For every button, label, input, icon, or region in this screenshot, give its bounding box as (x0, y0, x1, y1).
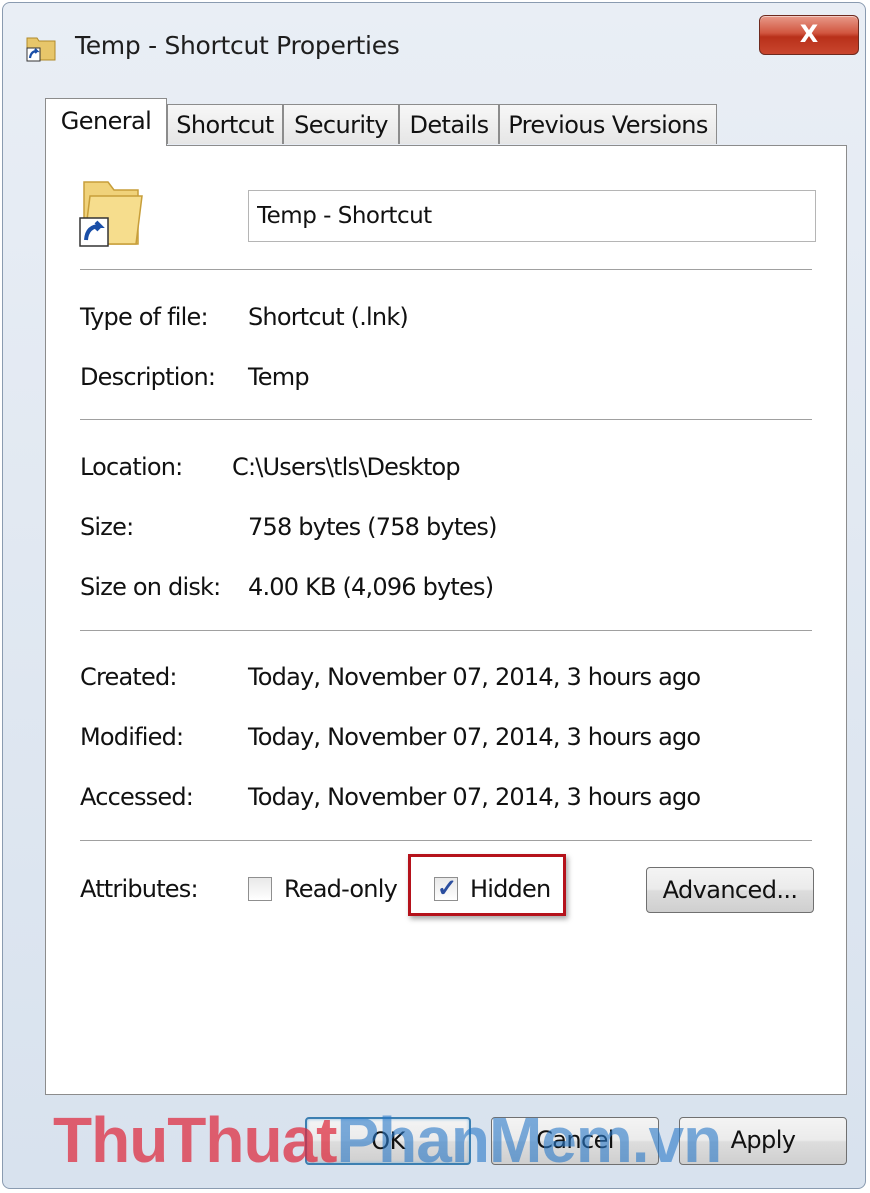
type-of-file-value: Shortcut (.lnk) (248, 303, 409, 331)
type-of-file-label: Type of file: (80, 303, 209, 331)
location-value: C:\Users\tls\Desktop (232, 453, 461, 481)
advanced-button[interactable]: Advanced... (646, 867, 814, 913)
shortcut-name-input[interactable] (248, 190, 816, 242)
size-on-disk-label: Size on disk: (80, 573, 221, 601)
accessed-label: Accessed: (80, 783, 194, 811)
read-only-label[interactable]: Read-only (284, 875, 398, 903)
tab-general[interactable]: General (45, 98, 167, 146)
folder-shortcut-icon (79, 181, 143, 247)
check-mark-icon: ✓ (437, 875, 458, 902)
watermark-part1: ThuThuat (53, 1104, 337, 1176)
ok-button[interactable]: OK (305, 1117, 471, 1165)
separator (80, 269, 812, 271)
close-button[interactable]: X (759, 15, 859, 55)
cancel-button[interactable]: Cancel (491, 1117, 659, 1165)
properties-window: Temp - Shortcut Properties X General Sho… (2, 2, 866, 1189)
size-on-disk-value: 4.00 KB (4,096 bytes) (248, 573, 494, 601)
tab-shortcut[interactable]: Shortcut (167, 104, 283, 144)
hidden-label[interactable]: Hidden (470, 875, 551, 903)
size-label: Size: (80, 513, 134, 541)
description-label: Description: (80, 363, 216, 391)
attributes-label: Attributes: (80, 875, 199, 903)
location-label: Location: (80, 453, 183, 481)
apply-button[interactable]: Apply (679, 1117, 847, 1165)
hidden-checkbox[interactable]: ✓ (434, 875, 458, 902)
separator (80, 630, 812, 632)
separator (80, 840, 812, 842)
modified-value: Today, November 07, 2014, 3 hours ago (248, 723, 701, 751)
size-value: 758 bytes (758 bytes) (248, 513, 497, 541)
window-title: Temp - Shortcut Properties (75, 31, 400, 60)
general-panel: Type of file: Shortcut (.lnk) Descriptio… (45, 145, 847, 1095)
accessed-value: Today, November 07, 2014, 3 hours ago (248, 783, 701, 811)
shortcut-folder-icon (26, 37, 56, 62)
description-value: Temp (248, 363, 310, 391)
title-bar[interactable]: Temp - Shortcut Properties X (3, 3, 865, 81)
tab-previous-versions[interactable]: Previous Versions (499, 104, 717, 144)
tab-security[interactable]: Security (283, 104, 399, 144)
created-label: Created: (80, 663, 177, 691)
separator (80, 419, 812, 421)
created-value: Today, November 07, 2014, 3 hours ago (248, 663, 701, 691)
read-only-checkbox[interactable] (248, 877, 272, 901)
tab-details[interactable]: Details (399, 104, 499, 144)
modified-label: Modified: (80, 723, 184, 751)
